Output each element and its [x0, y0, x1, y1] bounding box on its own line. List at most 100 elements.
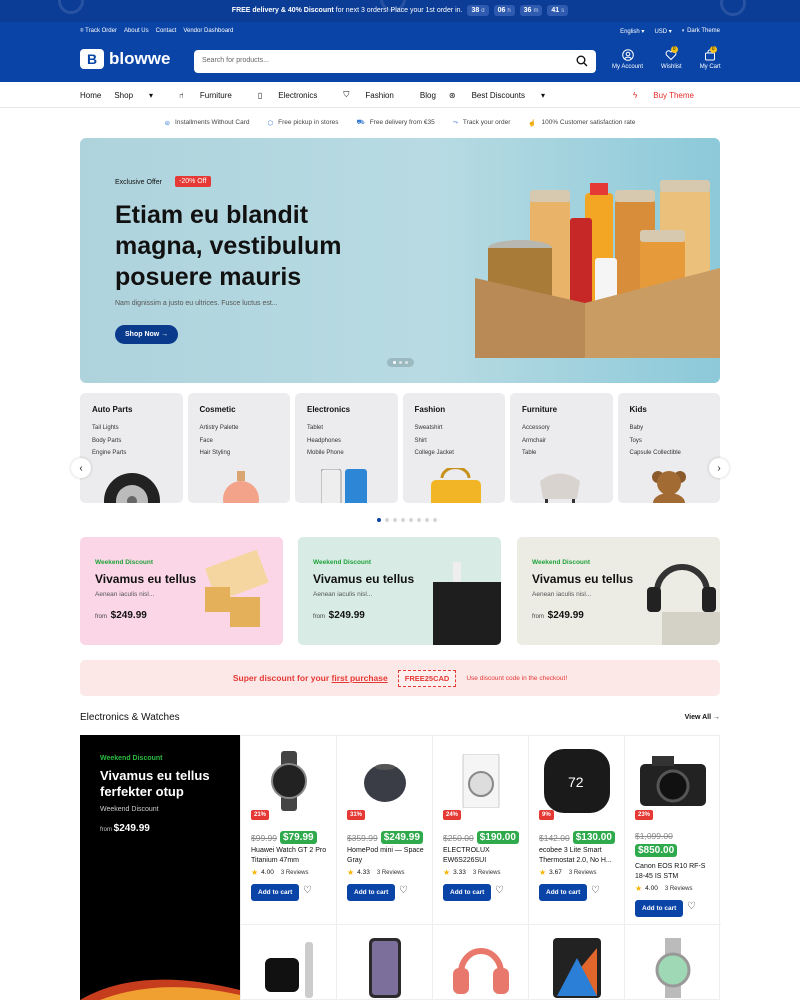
- product-image-apple-tv: [241, 933, 337, 1000]
- product-image-wristwatch: [625, 933, 721, 1000]
- feature-item: ⤳ Track your order: [452, 118, 511, 127]
- feature-item: ⬡ Free pickup in stores: [267, 119, 339, 127]
- nav-best-discounts[interactable]: ⊛ Best Discounts ▾: [449, 91, 558, 100]
- about-link[interactable]: About Us: [124, 28, 149, 35]
- main-header: ⌾ Track Order About Us Contact Vendor Da…: [0, 22, 800, 82]
- header-links: ⌾ Track Order About Us Contact Vendor Da…: [80, 28, 233, 35]
- product-name[interactable]: Canon EOS R10 RF-S 18-45 IS STM: [635, 862, 715, 882]
- search-input[interactable]: Search for products...: [194, 50, 596, 73]
- product-name[interactable]: Huawei Watch GT 2 Pro Titanium 47mm: [251, 846, 331, 866]
- nav-electronics[interactable]: ▯ Electronics: [258, 91, 331, 100]
- sale-badge: 23%: [635, 810, 654, 820]
- coupon-banner: Super discount for your first purchase F…: [80, 660, 720, 696]
- waffles-image: [204, 549, 269, 627]
- product-card[interactable]: 31% $359.99 $249.99 HomePod mini — Space …: [337, 736, 433, 925]
- wishlist-heart-icon[interactable]: ♡: [687, 901, 696, 912]
- product-card[interactable]: [433, 925, 529, 1000]
- header-settings: English ▾ USD ▾ ◐ Dark Theme: [620, 28, 720, 35]
- cart-button[interactable]: 0 My Cart: [700, 46, 721, 70]
- chevron-down-icon: ▾: [540, 90, 545, 100]
- divider: [0, 107, 800, 108]
- product-card[interactable]: [241, 925, 337, 1000]
- chevron-down-icon: ▾: [149, 90, 154, 100]
- wishlist-button[interactable]: 0 Wishlist: [661, 46, 682, 70]
- product-card[interactable]: 23% $1,099.00 $850.00 Canon EOS R10 RF-S …: [625, 736, 721, 925]
- armchair-image: [540, 473, 580, 503]
- nav-blog[interactable]: Blog: [420, 91, 436, 100]
- wishlist-heart-icon[interactable]: ♡: [399, 885, 408, 896]
- add-to-cart-button[interactable]: Add to cart: [251, 884, 300, 901]
- wishlist-heart-icon[interactable]: ♡: [303, 885, 312, 896]
- add-to-cart-button[interactable]: Add to cart: [347, 884, 396, 901]
- product-price: $250.00 $190.00: [443, 831, 523, 844]
- nav-fashion[interactable]: ⛉ Fashion: [343, 90, 406, 100]
- product-card[interactable]: [529, 925, 625, 1000]
- promo-banner-2[interactable]: Weekend Discount Vivamus eu tellus Aenea…: [298, 537, 501, 645]
- product-card[interactable]: [337, 925, 433, 1000]
- cart-count: 0: [709, 46, 717, 53]
- product-name[interactable]: ELECTROLUX EW6S226SUI: [443, 846, 523, 866]
- wishlist-heart-icon[interactable]: ♡: [591, 885, 600, 896]
- currency-select[interactable]: USD ▾: [654, 28, 671, 35]
- exclusive-offer-label: Exclusive Offer: [115, 179, 162, 186]
- shop-now-button[interactable]: Shop Now →: [115, 325, 179, 344]
- product-image-watch: [241, 746, 337, 816]
- search-icon[interactable]: [576, 55, 588, 67]
- product-card[interactable]: 21% $99.99 $79.99 Huawei Watch GT 2 Pro T…: [241, 736, 337, 925]
- buy-theme-link[interactable]: ϟ Buy Theme: [633, 91, 707, 100]
- product-price: $1,099.00 $850.00: [635, 831, 715, 857]
- promo-banner-1[interactable]: Weekend Discount Vivamus eu tellus Aenea…: [80, 537, 283, 645]
- hero-banner[interactable]: Exclusive Offer -20% Off Etiam eu blandi…: [80, 138, 720, 383]
- site-logo[interactable]: B blowwe: [80, 49, 170, 69]
- teddy-bear-image: [651, 471, 686, 503]
- promo-subtitle: Weekend Discount: [100, 806, 159, 813]
- sale-badge: 9%: [539, 810, 554, 820]
- promo-banner-3[interactable]: Weekend Discount Vivamus eu tellus Aenea…: [517, 537, 720, 645]
- vendor-dashboard-link[interactable]: Vendor Dashboard: [183, 28, 233, 35]
- category-card-fashion[interactable]: Fashion Sweatshirt Shirt College Jacket: [402, 393, 505, 503]
- product-rating: ★ 3.67 3 Reviews: [539, 868, 597, 877]
- category-card-auto-parts[interactable]: Auto Parts Tail Lights Body Parts Engine P…: [80, 393, 183, 503]
- track-order-link[interactable]: ⌾ Track Order: [80, 28, 117, 35]
- category-card-electronics[interactable]: Electronics Tablet Headphones Mobile Phone: [295, 393, 398, 503]
- product-image-homepod: [337, 746, 433, 816]
- account-button[interactable]: My Account: [612, 49, 643, 70]
- nav-home[interactable]: Home: [80, 91, 101, 100]
- product-card[interactable]: 24% $250.00 $190.00 ELECTROLUX EW6S226SUI…: [433, 736, 529, 925]
- header-actions: My Account 0 Wishlist 0 My Cart: [612, 46, 721, 70]
- add-to-cart-button[interactable]: Add to cart: [539, 884, 588, 901]
- category-card-furniture[interactable]: Furniture Accessory Armchair Table: [510, 393, 613, 503]
- coupon-code[interactable]: FREE25CAD: [397, 669, 457, 687]
- thumbs-up-icon: ☝: [528, 119, 537, 127]
- lightning-icon: ϟ: [633, 90, 638, 100]
- weekend-promo-card[interactable]: Weekend Discount Vivamus eu tellus ferfe…: [80, 735, 240, 1000]
- category-card-kids[interactable]: Kids Baby Toys Capsule Collectible: [617, 393, 720, 503]
- add-to-cart-button[interactable]: Add to cart: [443, 884, 492, 901]
- product-rating: ★ 4.00 3 Reviews: [251, 868, 309, 877]
- wishlist-heart-icon[interactable]: ♡: [495, 885, 504, 896]
- contact-link[interactable]: Contact: [156, 28, 177, 35]
- view-all-link[interactable]: View All →: [685, 714, 720, 721]
- product-grid: 21% $99.99 $79.99 Huawei Watch GT 2 Pro T…: [240, 735, 721, 1000]
- category-pagination[interactable]: [377, 518, 437, 522]
- product-name[interactable]: ecobee 3 Lite Smart Thermostat 2.0, No H…: [539, 846, 619, 866]
- product-card[interactable]: [625, 925, 721, 1000]
- nav-shop[interactable]: Shop ▾: [114, 91, 166, 100]
- dark-theme-toggle[interactable]: ◐ Dark Theme: [682, 28, 720, 35]
- add-to-cart-button[interactable]: Add to cart: [635, 900, 684, 917]
- countdown-days: 38 d: [467, 5, 489, 16]
- product-image-headphones: [433, 933, 529, 1000]
- carousel-prev-button[interactable]: ‹: [71, 458, 91, 478]
- carousel-next-button[interactable]: ›: [709, 458, 729, 478]
- hero-pagination[interactable]: [387, 358, 414, 367]
- sale-badge: 21%: [251, 810, 270, 820]
- category-card-cosmetic[interactable]: Cosmetic Artistry Palette Face Hair Stylin…: [187, 393, 290, 503]
- product-name[interactable]: HomePod mini — Space Gray: [347, 846, 427, 866]
- star-icon: ★: [635, 884, 643, 893]
- nav-furniture[interactable]: ⑁ Furniture: [179, 91, 245, 100]
- product-card[interactable]: 72 9% $142.00 $130.00 ecobee 3 Lite Smart…: [529, 736, 625, 925]
- language-select[interactable]: English ▾: [620, 28, 644, 35]
- chevron-left-icon: ‹: [79, 462, 83, 474]
- truck-icon: ⛟: [356, 119, 365, 126]
- promo-price: from $249.99: [100, 823, 150, 834]
